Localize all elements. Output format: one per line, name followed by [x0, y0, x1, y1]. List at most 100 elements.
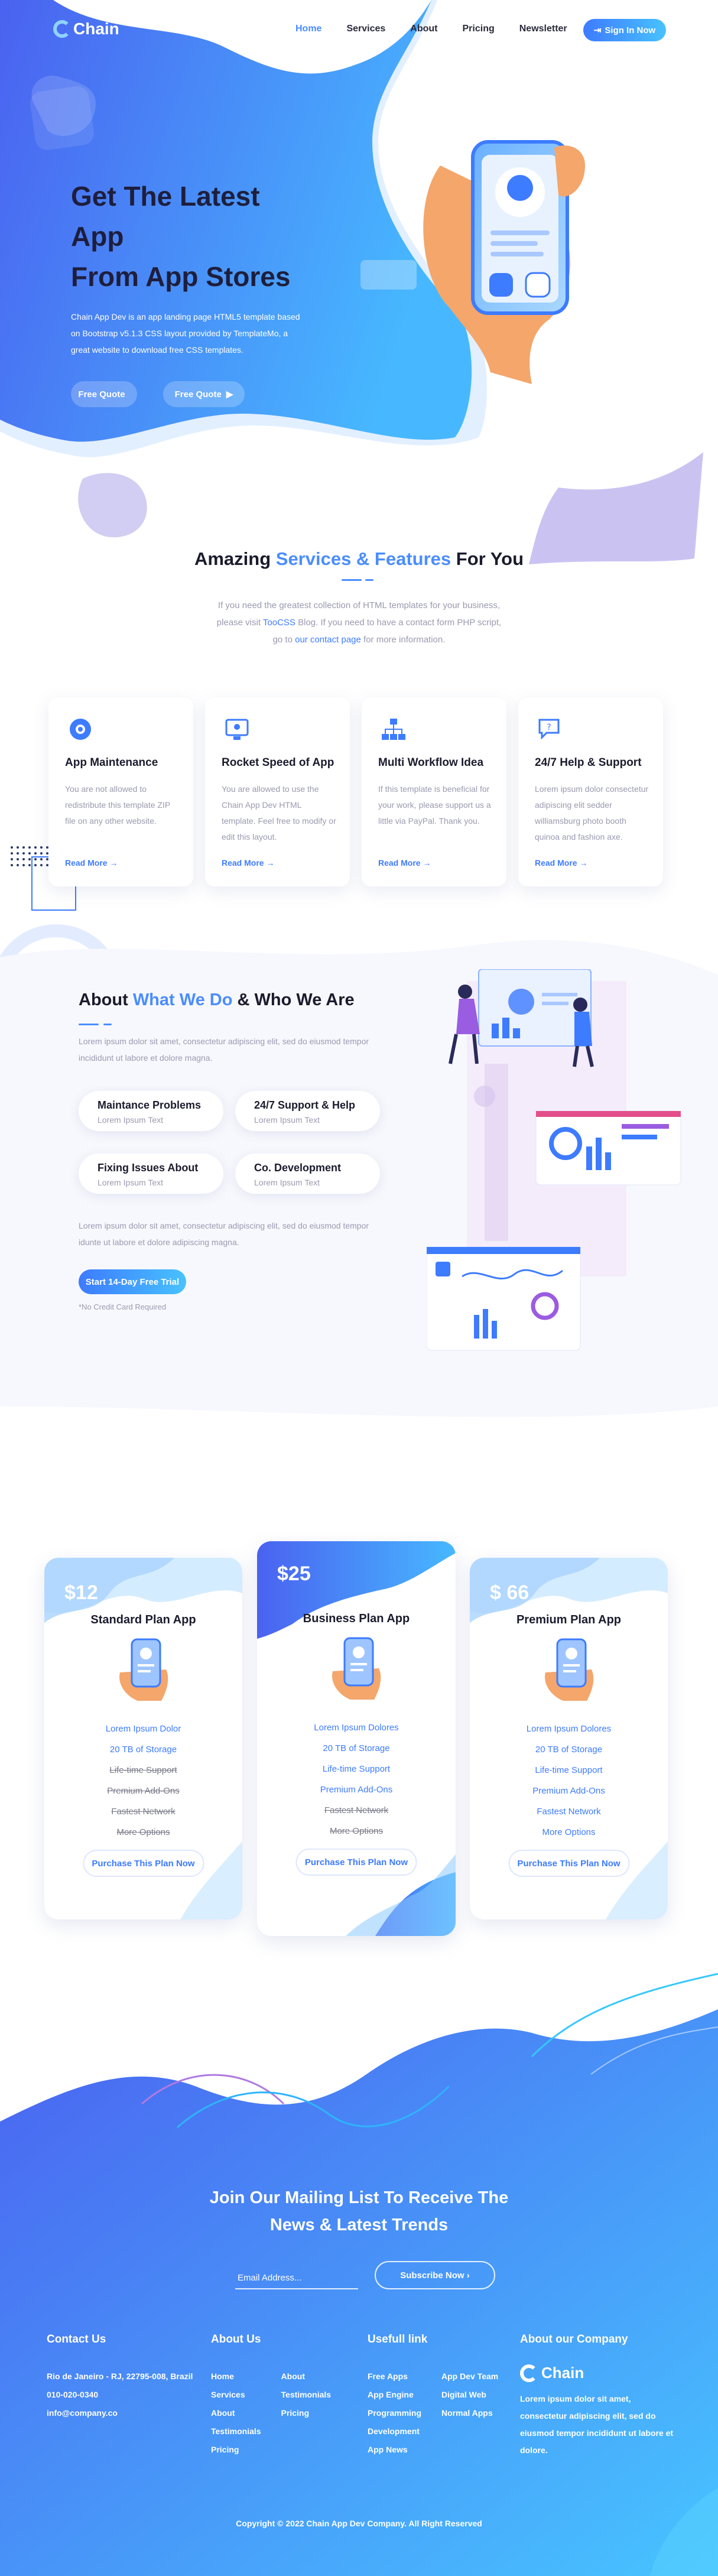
plan-feature: Life-time Support [322, 1764, 391, 1774]
gear-icon [70, 719, 91, 740]
footer-link-app-dev-team[interactable]: App Dev Team [441, 2367, 498, 2386]
monitor-icon [225, 719, 249, 740]
nav-pricing[interactable]: Pricing [463, 24, 495, 34]
plan-feature-list: Lorem Ipsum Dolor 20 TB of Storage Life-… [44, 1719, 242, 1843]
svg-text:?: ? [547, 723, 551, 732]
main-menu: Home Services About Pricing Newsletter [295, 24, 567, 34]
free-quote-play-button[interactable]: Free Quote ▶ [163, 381, 245, 407]
heading-divider [342, 579, 377, 582]
brand-logo[interactable]: Chain [53, 20, 119, 38]
service-card-rocket-speed[interactable]: Rocket Speed of App You are allowed to u… [205, 697, 350, 886]
subscribe-button[interactable]: Subscribe Now › [375, 2261, 495, 2289]
about-heading-divider [79, 1018, 112, 1028]
purchase-business-button[interactable]: Purchase This Plan Now [295, 1849, 417, 1876]
read-more-link[interactable]: Read More → [535, 858, 587, 868]
top-navigation: Chain Home Services About Pricing Newsle… [0, 0, 718, 59]
purple-blob-decoration [78, 473, 147, 538]
feature-pill-support[interactable]: 24/7 Support & Help Lorem Ipsum Text [235, 1091, 380, 1131]
footer-heading: About our Company [520, 2333, 628, 2346]
chat-icon: ? [538, 719, 560, 740]
phone-hand-icon [119, 1638, 168, 1701]
play-icon: ▶ [226, 389, 233, 399]
footer-contact-column: Contact Us Rio de Janeiro - RJ, 22795-00… [47, 2333, 193, 2422]
footer-link-free-apps[interactable]: Free Apps [368, 2367, 421, 2386]
about-outro: Lorem ipsum dolor sit amet, consectetur … [79, 1221, 369, 1247]
footer-link-testimonials-2[interactable]: Testimonials [281, 2386, 332, 2404]
footer-link-digital-web[interactable]: Digital Web [441, 2386, 498, 2404]
plan-feature: Lorem Ipsum Dolor [105, 1724, 181, 1734]
chevron-right-icon: › [466, 2270, 470, 2281]
plan-feature: Life-time Support [109, 1765, 177, 1775]
footer-link-app-engine[interactable]: App Engine [368, 2386, 421, 2404]
start-trial-button[interactable]: Start 14-Day Free Trial [79, 1269, 186, 1294]
purchase-standard-button[interactable]: Purchase This Plan Now [83, 1850, 204, 1877]
services-description: If you need the greatest collection of H… [216, 600, 502, 645]
free-quote-apple-button[interactable]: Free Quote [71, 381, 137, 407]
plan-name: Standard Plan App [90, 1613, 196, 1626]
service-card-title: Rocket Speed of App [222, 756, 334, 769]
read-more-link[interactable]: Read More → [65, 858, 118, 868]
logo-c-icon [53, 20, 71, 38]
logo-c-icon [520, 2364, 538, 2382]
plan-name: Premium Plan App [516, 1613, 622, 1626]
pricing-card-business: $25 Business Plan App Lorem Ipsum Dolore… [257, 1541, 456, 1936]
login-icon: ⇥ [593, 25, 602, 35]
service-card-title: App Maintenance [65, 756, 158, 769]
email-input[interactable] [235, 2267, 358, 2289]
nav-about[interactable]: About [410, 24, 437, 34]
footer-link-home[interactable]: Home [211, 2367, 261, 2386]
nav-services[interactable]: Services [346, 24, 385, 34]
feature-pill-maintenance[interactable]: Maintance Problems Lorem Ipsum Text [79, 1091, 223, 1131]
feature-pill-development[interactable]: Co. Development Lorem Ipsum Text [235, 1154, 380, 1194]
plan-price: $ 66 [490, 1581, 529, 1604]
footer-link-about[interactable]: About [211, 2404, 261, 2422]
about-intro: Lorem ipsum dolor sit amet, consectetur … [79, 1037, 369, 1063]
nav-home[interactable]: Home [295, 24, 321, 34]
purchase-premium-button[interactable]: Purchase This Plan Now [508, 1850, 629, 1877]
footer-about-column: About Us Home Services About Testimonial… [211, 2333, 331, 2459]
footer-logo[interactable]: Chain [520, 2364, 674, 2382]
footer-heading: About Us [211, 2333, 261, 2346]
service-card-text: If this template is beneficial for your … [378, 784, 491, 826]
service-card-workflow[interactable]: Multi Workflow Idea If this template is … [362, 697, 506, 886]
footer-link-development[interactable]: Development [368, 2422, 421, 2441]
hero-description: Chain App Dev is an app landing page HTM… [71, 312, 300, 355]
plan-feature: Premium Add-Ons [320, 1785, 393, 1795]
contact-address: Rio de Janeiro - RJ, 22795-008, Brazil [47, 2372, 193, 2381]
plan-feature: 20 TB of Storage [323, 1743, 390, 1753]
footer-link-programming[interactable]: Programming [368, 2404, 421, 2422]
plan-price: $12 [64, 1581, 98, 1604]
service-card-text: You are not allowed to redistribute this… [65, 784, 170, 826]
read-more-link[interactable]: Read More → [378, 858, 431, 868]
service-card-text: Lorem ipsum dolor consectetur adipiscing… [535, 784, 649, 842]
company-description: Lorem ipsum dolor sit amet, consectetur … [520, 2394, 674, 2455]
plan-feature: Fastest Network [537, 1807, 601, 1817]
plan-feature: More Options [329, 1826, 384, 1836]
toocss-link[interactable]: TooCSS [263, 618, 295, 628]
plan-feature: More Options [116, 1827, 170, 1837]
contact-email[interactable]: info@company.co [47, 2404, 193, 2422]
footer-link-pricing[interactable]: Pricing [211, 2441, 261, 2459]
plan-feature: Lorem Ipsum Dolores [314, 1723, 399, 1733]
workflow-icon [382, 719, 405, 740]
service-card-maintenance[interactable]: App Maintenance You are not allowed to r… [48, 697, 193, 886]
sign-in-button[interactable]: ⇥ Sign In Now [583, 19, 666, 41]
feature-pill-fixing[interactable]: Fixing Issues About Lorem Ipsum Text [79, 1154, 223, 1194]
footer-link-testimonials[interactable]: Testimonials [211, 2422, 261, 2441]
service-card-title: 24/7 Help & Support [535, 756, 642, 769]
pricing-card-standard: $12 Standard Plan App Lorem Ipsum Dolor … [44, 1558, 242, 1919]
hero-title: Get The Latest App From App Stores [71, 181, 291, 292]
footer-link-pricing-2[interactable]: Pricing [281, 2404, 332, 2422]
plan-feature-list: Lorem Ipsum Dolores 20 TB of Storage Lif… [257, 1717, 456, 1841]
read-more-link[interactable]: Read More → [222, 858, 274, 868]
footer-link-app-news[interactable]: App News [368, 2441, 421, 2459]
plan-feature: 20 TB of Storage [109, 1745, 177, 1755]
nav-newsletter[interactable]: Newsletter [519, 24, 567, 34]
contact-phone[interactable]: 010-020-0340 [47, 2386, 193, 2404]
footer-link-services[interactable]: Services [211, 2386, 261, 2404]
footer-heading: Usefull link [368, 2333, 428, 2346]
footer-link-about-2[interactable]: About [281, 2367, 332, 2386]
footer-link-normal-apps[interactable]: Normal Apps [441, 2404, 498, 2422]
contact-page-link[interactable]: our contact page [295, 635, 361, 645]
service-card-support[interactable]: ? 24/7 Help & Support Lorem ipsum dolor … [518, 697, 663, 886]
